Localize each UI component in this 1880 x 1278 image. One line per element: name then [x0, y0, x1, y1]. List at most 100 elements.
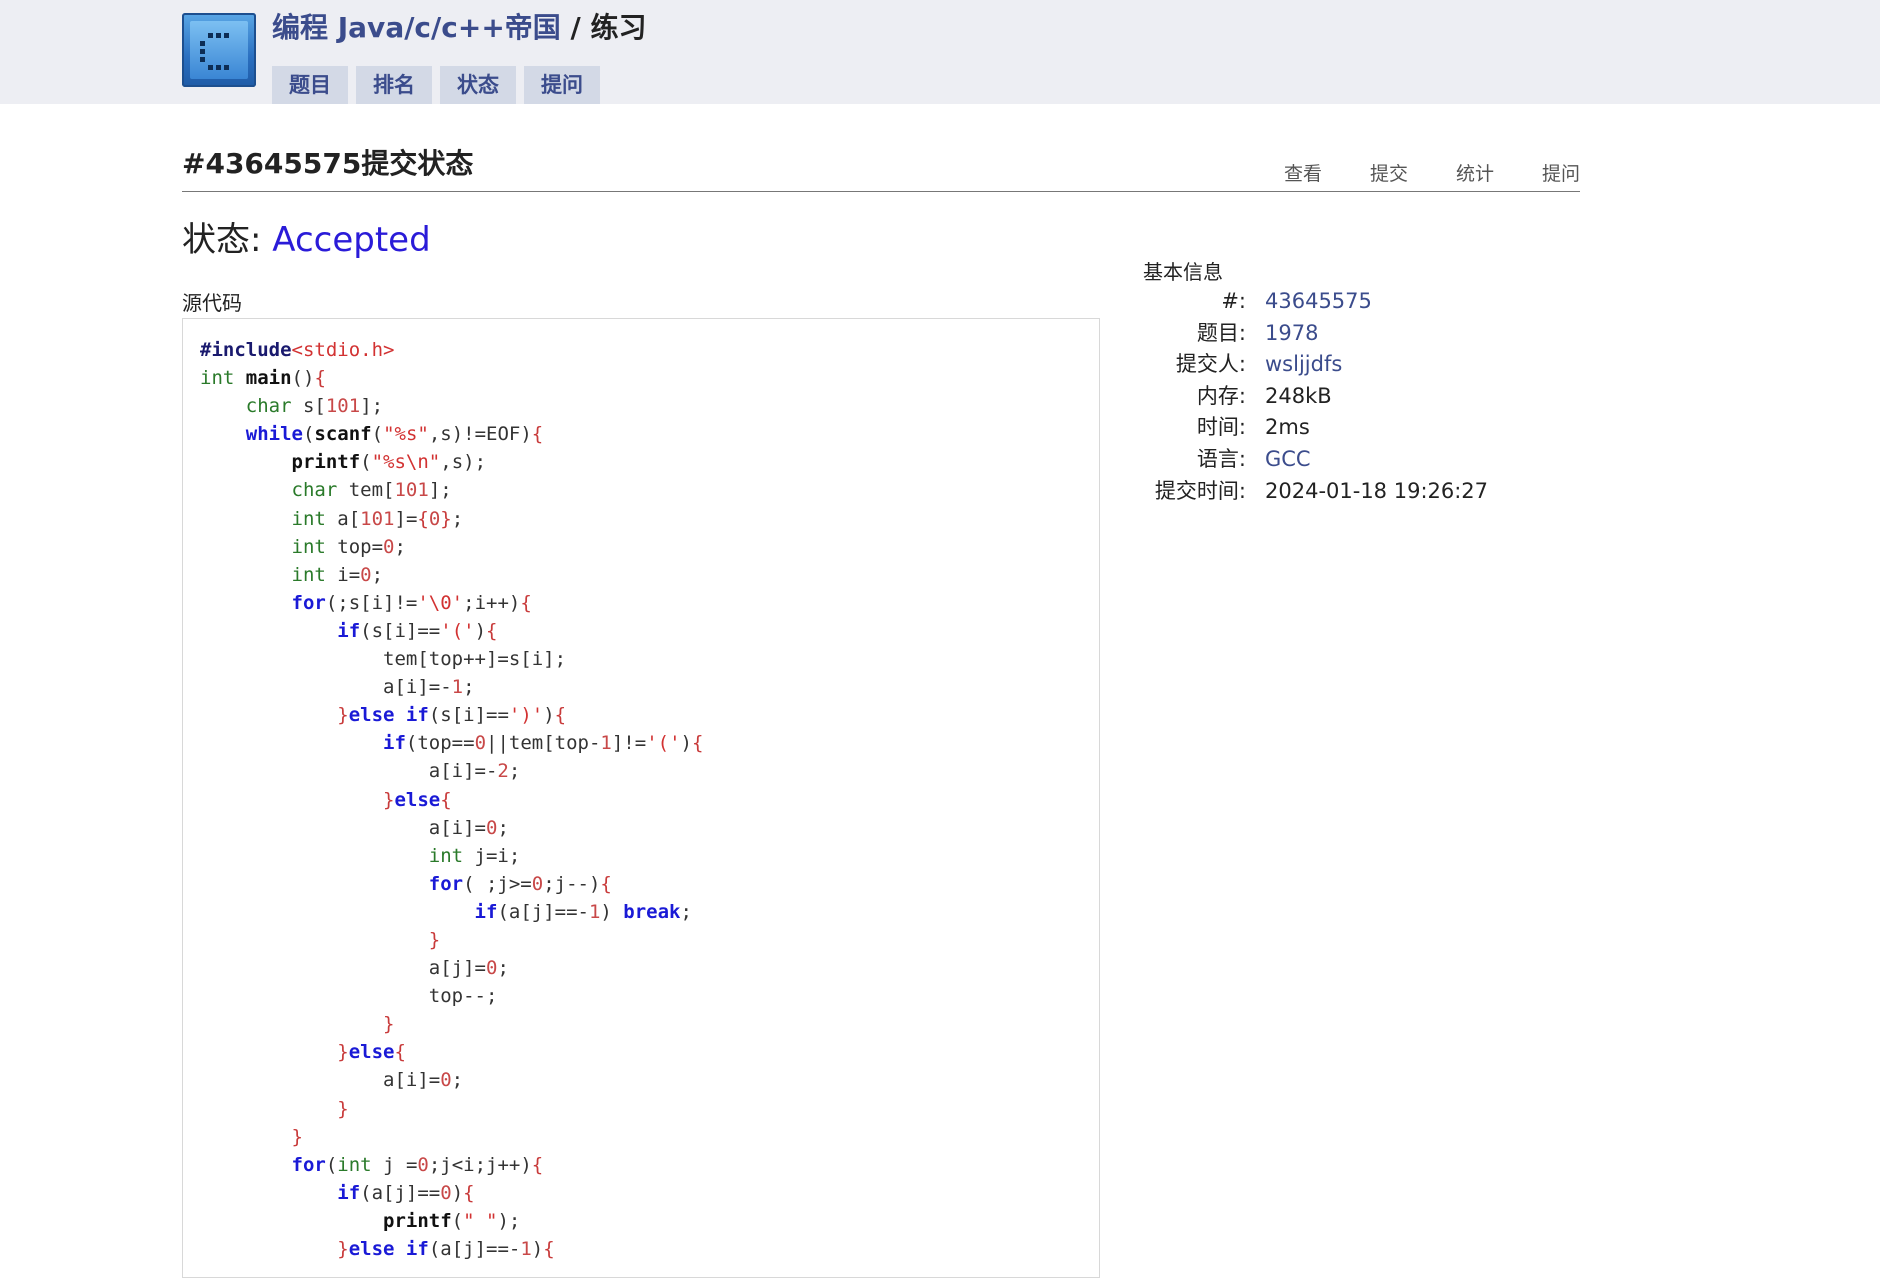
- code-line: a[i]=-2;: [200, 757, 703, 785]
- code-token: (s[i]==: [428, 704, 509, 727]
- code-token: ): [531, 1238, 544, 1260]
- tab-view[interactable]: 查看: [1284, 160, 1322, 188]
- code-token: }: [440, 507, 452, 530]
- code-token: 0: [531, 872, 544, 895]
- code-token: 0: [485, 816, 498, 839]
- code-token: else: [394, 788, 441, 811]
- code-token: 0: [440, 1181, 452, 1204]
- tab-stats[interactable]: 统计: [1456, 160, 1494, 188]
- code-token: 0: [440, 1069, 452, 1092]
- code-line: }: [200, 1095, 703, 1123]
- info-value-link[interactable]: GCC: [1265, 444, 1488, 476]
- site-title-link[interactable]: 编程 Java/c/c++帝国: [272, 11, 561, 44]
- code-line: printf("%s\n",s);: [200, 448, 703, 476]
- code-line: top--;: [200, 982, 703, 1010]
- info-value-link[interactable]: wsljjdfs: [1265, 349, 1488, 381]
- code-token: a[i]=: [200, 816, 486, 839]
- info-row: 语言: GCC: [1100, 444, 1488, 476]
- info-row: 提交人: wsljjdfs: [1100, 349, 1488, 381]
- code-line: if(top==0||tem[top-1]!='('){: [200, 729, 703, 757]
- code-token: 0: [428, 507, 441, 530]
- section-title: 练习: [590, 11, 647, 44]
- title-separator: /: [560, 11, 591, 44]
- code-token: main: [245, 367, 292, 390]
- code-line: tem[top++]=s[i];: [200, 645, 703, 673]
- source-code: #include<stdio.h> int main(){ char s[101]…: [200, 336, 703, 1263]
- code-token: }: [337, 704, 349, 727]
- code-token: 0: [485, 957, 498, 980]
- code-token: {: [531, 1153, 544, 1176]
- nav-tab-status[interactable]: 状态: [440, 66, 516, 104]
- code-token: 0: [360, 563, 372, 586]
- code-token: ;: [497, 816, 509, 839]
- site-logo-icon[interactable]: [182, 13, 256, 87]
- code-token: 101: [394, 479, 429, 502]
- code-token: a[j]=: [200, 957, 486, 980]
- code-token: ): [680, 732, 692, 755]
- code-token: int: [291, 563, 326, 586]
- code-token: }: [291, 1125, 303, 1148]
- code-token: s[: [291, 395, 326, 418]
- info-key: 提交人:: [1175, 352, 1246, 377]
- source-code-box[interactable]: #include<stdio.h> int main(){ char s[101]…: [182, 318, 1100, 1278]
- code-token: {: [417, 507, 429, 530]
- info-title: 基本信息: [1143, 260, 1223, 284]
- info-row: #: 43645575: [1100, 286, 1488, 318]
- code-token: char: [291, 479, 338, 502]
- nav-tab-questions[interactable]: 提问: [524, 66, 600, 104]
- code-token: {: [543, 1238, 555, 1260]
- code-token: ')': [508, 704, 544, 727]
- info-value-link[interactable]: 43645575: [1265, 286, 1488, 318]
- code-token: {: [554, 704, 567, 727]
- code-token: 0: [474, 732, 487, 755]
- info-value: 2ms: [1265, 415, 1310, 440]
- code-token: ,s);: [440, 451, 487, 474]
- info-key: 题目:: [1196, 320, 1246, 345]
- code-token: 0: [417, 1153, 429, 1176]
- tab-ask[interactable]: 提问: [1542, 160, 1580, 188]
- tab-submit[interactable]: 提交: [1370, 160, 1408, 188]
- info-key: 语言:: [1196, 446, 1246, 471]
- code-token: }: [337, 1041, 349, 1064]
- code-token: ;: [371, 563, 384, 586]
- info-value-link[interactable]: 1978: [1265, 318, 1488, 350]
- code-token: ;: [451, 1069, 464, 1092]
- code-token: 2: [497, 760, 509, 783]
- code-line: #include<stdio.h>: [200, 336, 703, 364]
- site-header: 编程 Java/c/c++帝国 / 练习 题目 排名 状态 提问: [0, 0, 1880, 104]
- code-token: ;j<i;j++): [428, 1153, 532, 1176]
- code-token: while: [245, 423, 303, 446]
- code-token: ;j--): [543, 872, 601, 895]
- code-token: a[: [325, 507, 361, 530]
- code-token: {: [486, 619, 498, 642]
- nav-tab-problems[interactable]: 题目: [272, 66, 348, 104]
- code-token: {: [520, 591, 532, 614]
- code-token: int: [291, 535, 326, 558]
- code-token: (: [325, 1153, 338, 1176]
- code-token: ;: [497, 957, 509, 980]
- source-code-label: 源代码: [182, 291, 242, 315]
- code-line: if(a[j]==0){: [200, 1179, 703, 1207]
- title-divider: [182, 191, 1580, 192]
- code-token: ( ;j>=: [463, 872, 532, 895]
- code-line: }: [200, 1123, 703, 1151]
- code-token: {: [691, 732, 704, 755]
- code-token: ): [600, 900, 624, 923]
- nav-tab-ranking[interactable]: 排名: [356, 66, 432, 104]
- main-nav: 题目 排名 状态 提问: [272, 66, 600, 104]
- code-line: int j=i;: [200, 842, 703, 870]
- code-line: int top=0;: [200, 533, 703, 561]
- code-token: }: [337, 1097, 349, 1120]
- code-token: if: [383, 732, 406, 755]
- page-tabs: 查看 提交 统计 提问: [1284, 160, 1580, 188]
- code-token: ;: [680, 900, 692, 923]
- code-token: }: [383, 1013, 395, 1036]
- code-token: if: [337, 1181, 361, 1204]
- code-token: for: [428, 872, 464, 895]
